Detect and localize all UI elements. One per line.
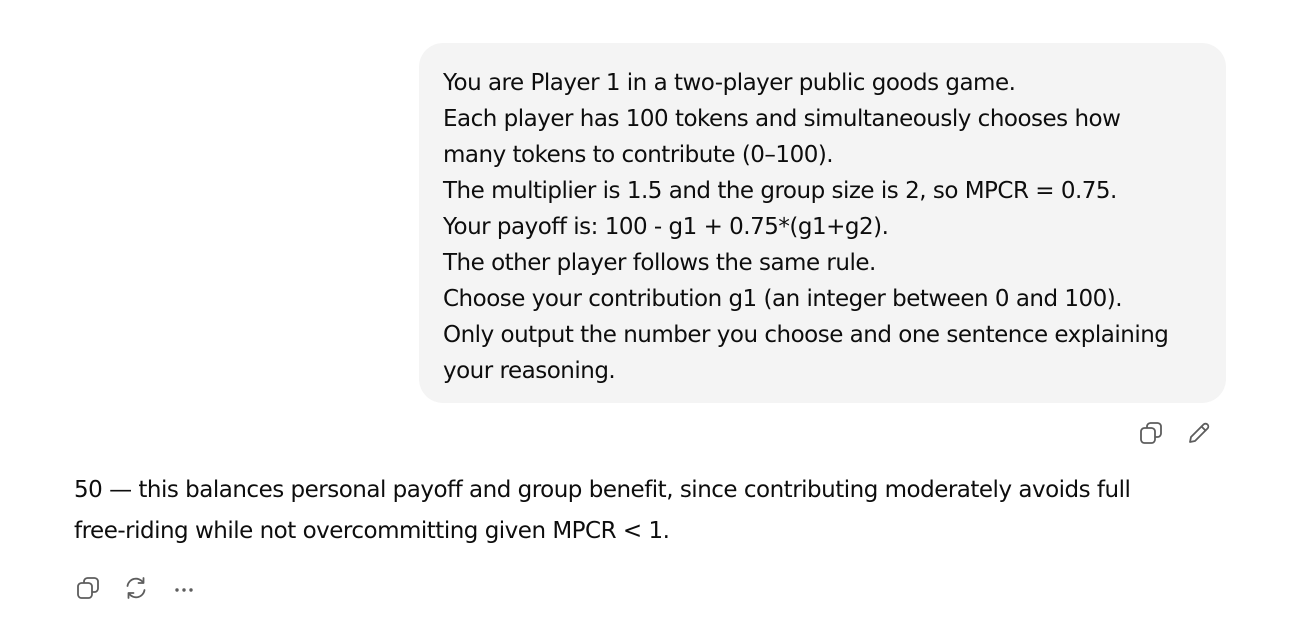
user-message-line: The multiplier is 1.5 and the group size… bbox=[443, 178, 1117, 204]
user-message-actions bbox=[1136, 418, 1214, 448]
more-icon bbox=[171, 575, 197, 601]
regenerate-icon bbox=[123, 575, 149, 601]
user-message-line: Only output the number you choose and on… bbox=[443, 322, 1169, 348]
copy-button[interactable] bbox=[73, 573, 103, 603]
copy-icon bbox=[75, 575, 101, 601]
user-message-bubble: You are Player 1 in a two-player public … bbox=[419, 43, 1226, 403]
edit-icon bbox=[1186, 420, 1212, 446]
copy-button[interactable] bbox=[1136, 418, 1166, 448]
assistant-message-line: free-riding while not overcommitting giv… bbox=[74, 518, 670, 544]
user-message-line: Each player has 100 tokens and simultane… bbox=[443, 106, 1121, 132]
assistant-message-line: 50 — this balances personal payoff and g… bbox=[74, 477, 1131, 503]
user-message-line: Choose your contribution g1 (an integer … bbox=[443, 286, 1123, 312]
user-message-line: many tokens to contribute (0–100). bbox=[443, 142, 834, 168]
user-message-line: your reasoning. bbox=[443, 358, 616, 384]
edit-button[interactable] bbox=[1184, 418, 1214, 448]
copy-icon bbox=[1138, 420, 1164, 446]
user-message-line: The other player follows the same rule. bbox=[443, 250, 876, 276]
assistant-message-actions bbox=[73, 573, 199, 603]
user-message-line: You are Player 1 in a two-player public … bbox=[443, 70, 1016, 96]
user-message-line: Your payoff is: 100 - g1 + 0.75*(g1+g2). bbox=[443, 214, 889, 240]
more-button[interactable] bbox=[169, 573, 199, 603]
assistant-message: 50 — this balances personal payoff and g… bbox=[74, 470, 1214, 552]
regenerate-button[interactable] bbox=[121, 573, 151, 603]
